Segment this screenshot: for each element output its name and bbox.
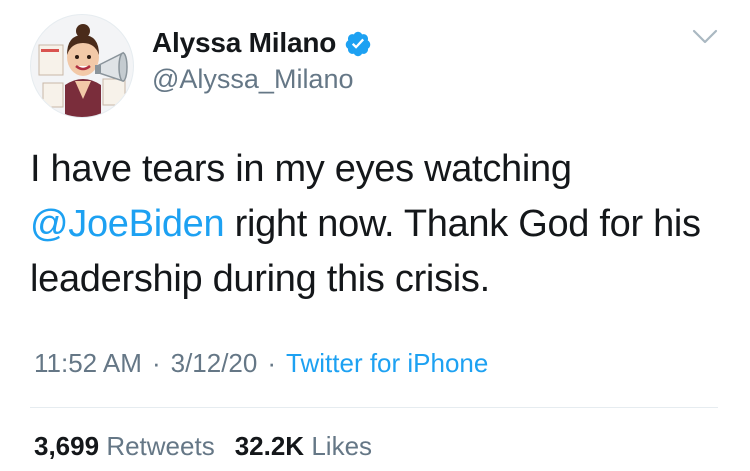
avatar[interactable] xyxy=(30,14,134,118)
verified-badge-icon xyxy=(345,31,371,57)
tweet-meta: 11:52 AM · 3/12/20 · Twitter for iPhone xyxy=(34,350,488,376)
retweets-stat[interactable]: 3,699 Retweets xyxy=(34,431,215,461)
tweet-text-part: I have tears in my eyes watching xyxy=(30,148,572,190)
likes-stat[interactable]: 32.2K Likes xyxy=(235,431,372,461)
tweet-date[interactable]: 3/12/20 xyxy=(171,348,258,378)
engagement-stats: 3,699 Retweets 32.2K Likes xyxy=(34,433,372,459)
mention-link[interactable]: @JoeBiden xyxy=(30,203,225,245)
retweets-label: Retweets xyxy=(106,431,215,461)
author-display-name[interactable]: Alyssa Milano xyxy=(152,29,336,57)
divider xyxy=(30,407,718,408)
retweets-count: 3,699 xyxy=(34,431,100,461)
meta-separator: · xyxy=(267,348,277,378)
chevron-down-icon[interactable] xyxy=(692,28,718,46)
caricature-avatar-icon xyxy=(38,24,128,117)
meta-separator: · xyxy=(151,348,161,378)
likes-label: Likes xyxy=(311,431,373,461)
likes-count: 32.2K xyxy=(234,431,305,461)
author-handle[interactable]: @Alyssa_Milano xyxy=(152,66,354,93)
tweet-time[interactable]: 11:52 AM xyxy=(34,348,142,378)
author-name-row[interactable]: Alyssa Milano xyxy=(152,26,372,60)
tweet-text: I have tears in my eyes watching @JoeBid… xyxy=(30,142,720,307)
tweet-source-link[interactable]: Twitter for iPhone xyxy=(286,348,488,378)
